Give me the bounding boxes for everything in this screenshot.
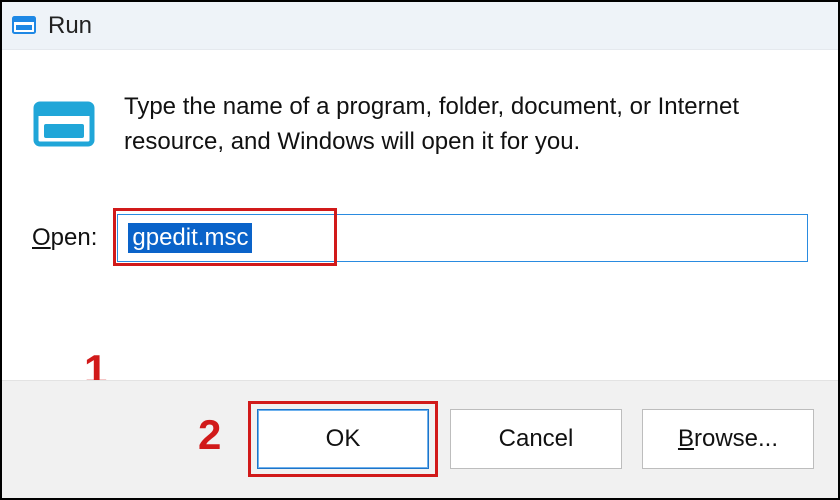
open-row: Open: gpedit.msc [32, 214, 808, 262]
annotation-step-2: 2 [198, 411, 221, 459]
open-input[interactable]: gpedit.msc [117, 214, 808, 262]
open-input-value: gpedit.msc [128, 223, 252, 253]
titlebar: Run [2, 2, 838, 50]
description-text: Type the name of a program, folder, docu… [124, 90, 804, 160]
ok-button-label: OK [326, 425, 361, 453]
open-combo-wrap: gpedit.msc [117, 214, 808, 262]
window-title: Run [48, 12, 92, 40]
run-app-icon [12, 14, 36, 38]
description-row: Type the name of a program, folder, docu… [32, 90, 808, 160]
cancel-button[interactable]: Cancel [450, 409, 622, 469]
dialog-body: Type the name of a program, folder, docu… [2, 50, 838, 380]
run-large-icon [32, 94, 96, 158]
dialog-footer: OK Cancel Browse... 2 [2, 380, 838, 498]
browse-button[interactable]: Browse... [642, 409, 814, 469]
cancel-button-label: Cancel [499, 425, 574, 453]
ok-button[interactable]: OK [257, 409, 429, 469]
run-dialog: Run Type the name of a program, folder, … [0, 0, 840, 500]
browse-button-label: Browse... [678, 425, 778, 453]
open-label: Open: [32, 224, 97, 252]
